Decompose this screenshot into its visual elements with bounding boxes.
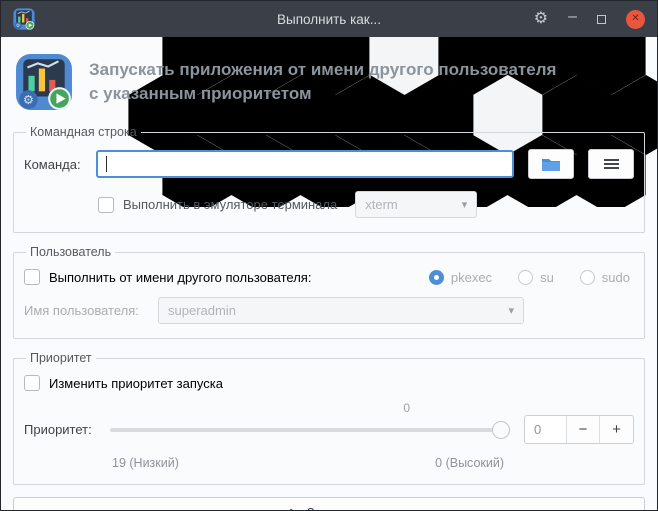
slider-track (110, 427, 510, 432)
radio-su-circle (518, 269, 534, 285)
settings-gear-icon[interactable]: ⚙ (534, 11, 548, 27)
radio-su-label: su (540, 269, 554, 285)
priority-group-legend: Приоритет (30, 351, 92, 365)
command-input[interactable] (98, 152, 512, 176)
command-line-group: Командная строка Команда: Выполнить в эм… (13, 125, 645, 233)
auth-method-radios: pkexec su sudo (428, 269, 630, 285)
header: Запускать приложения от имени другого по… (15, 53, 645, 111)
run-button-label: Запустить (307, 505, 368, 511)
username-value: superadmin (168, 303, 236, 318)
radio-sudo[interactable]: sudo (579, 269, 630, 285)
command-menu-button[interactable] (588, 149, 634, 179)
run-button[interactable]: ▶ Запустить (13, 497, 645, 511)
user-group: Пользователь Выполнить от имени другого … (13, 245, 645, 339)
radio-pkexec[interactable]: pkexec (428, 269, 493, 285)
priority-scale: 19 (Низкий) 0 (Высокий) (112, 456, 634, 470)
radio-sudo-label: sudo (601, 269, 630, 285)
chevron-down-icon: ▾ (461, 199, 468, 211)
scale-low-label: 19 (Низкий) (112, 456, 179, 470)
user-group-legend: Пользователь (30, 245, 112, 259)
priority-label: Приоритет: (24, 422, 92, 437)
page-title: Запускать приложения от имени другого по… (89, 58, 556, 106)
terminal-emulator-value: xterm (365, 197, 398, 212)
run-as-other-user-label: Выполнить от имени другого пользователя: (49, 269, 312, 285)
radio-su[interactable]: su (518, 269, 554, 285)
play-icon: ▶ (290, 507, 298, 511)
command-group-legend: Командная строка (30, 125, 137, 139)
page-title-line1: Запускать приложения от имени другого по… (89, 60, 557, 80)
spinbox-increment-button[interactable]: + (600, 416, 633, 443)
spinbox-decrement-button[interactable]: − (567, 416, 600, 443)
app-icon (13, 8, 35, 30)
minimize-button[interactable]: – (568, 9, 577, 25)
browse-files-button[interactable] (528, 149, 574, 179)
run-as-window: Выполнить как... ⚙ – ✕ Запускать приложе… (0, 0, 658, 511)
run-as-other-user-checkbox[interactable] (24, 269, 40, 285)
radio-pkexec-label: pkexec (450, 269, 493, 285)
slider-handle[interactable] (492, 420, 510, 439)
folder-icon (542, 159, 560, 171)
run-in-terminal-checkbox[interactable] (98, 196, 114, 213)
run-in-terminal-label: Выполнить в эмуляторе терминала (123, 197, 338, 212)
command-label: Команда: (24, 156, 81, 172)
page-title-line2: с указанным приоритетом (89, 84, 312, 103)
hamburger-menu-icon (603, 157, 619, 171)
radio-sudo-circle (579, 269, 595, 285)
slider-value-label: 0 (403, 400, 410, 415)
app-logo-icon (15, 53, 73, 111)
radio-pkexec-circle (428, 269, 444, 285)
priority-spinbox: 0 − + (524, 415, 634, 444)
username-select[interactable]: superadmin ▾ (158, 297, 524, 324)
change-priority-label: Изменить приоритет запуска (49, 375, 223, 391)
text-caret (106, 156, 107, 172)
spinbox-value[interactable]: 0 (525, 416, 567, 443)
command-input-wrap (96, 150, 514, 178)
window-body: Запускать приложения от имени другого по… (1, 37, 657, 511)
change-priority-checkbox[interactable] (24, 375, 40, 391)
maximize-button[interactable] (597, 14, 606, 24)
chevron-down-icon: ▾ (508, 305, 514, 317)
username-label: Имя пользователя: (24, 303, 139, 318)
priority-slider[interactable]: 0 (110, 401, 510, 439)
close-button[interactable]: ✕ (626, 9, 645, 29)
terminal-emulator-select[interactable]: xterm ▾ (355, 191, 478, 218)
scale-high-label: 0 (Высокий) (435, 456, 504, 470)
priority-group: Приоритет Изменить приоритет запуска При… (13, 351, 645, 485)
titlebar: Выполнить как... ⚙ – ✕ (1, 1, 657, 37)
